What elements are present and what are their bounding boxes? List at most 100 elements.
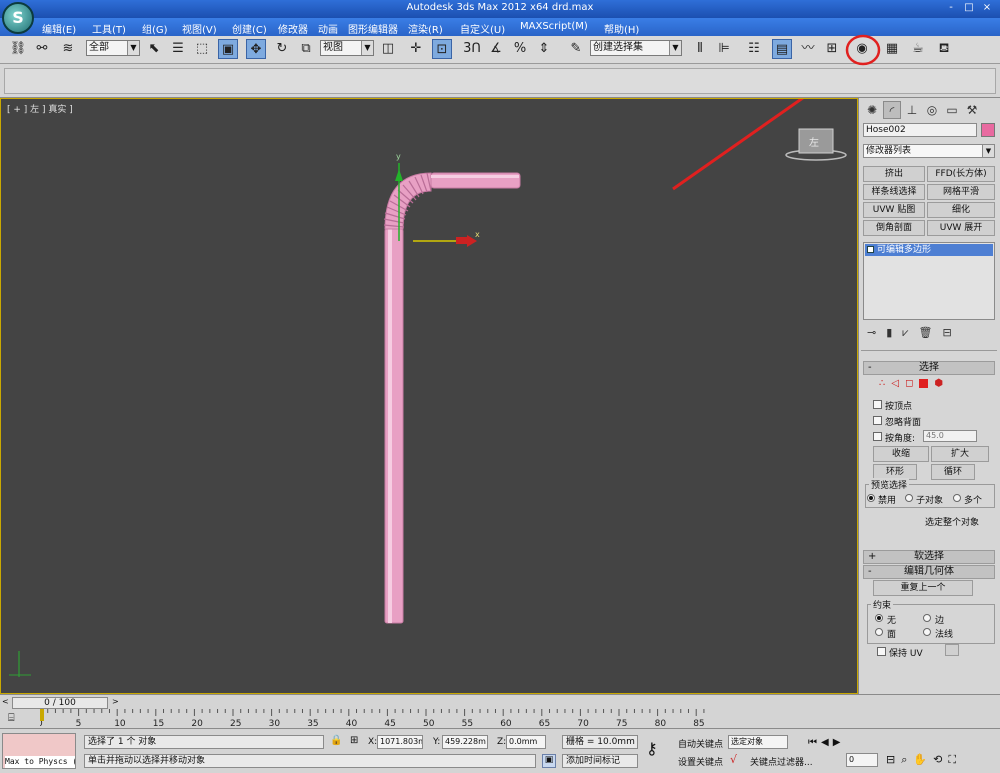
x-coordinate-field[interactable]: 1071.803m <box>377 735 423 749</box>
minimize-button[interactable]: - <box>944 1 958 15</box>
edit-geometry-rollout-header[interactable]: - 编辑几何体 <box>863 565 995 579</box>
zoom-icon[interactable]: ⌕ <box>901 753 907 767</box>
slider-right-arrow-icon[interactable]: > <box>112 697 119 706</box>
time-config-icon[interactable]: ⊟ <box>886 753 895 767</box>
maxscript-line[interactable]: Max to Physcs ( <box>5 756 75 768</box>
named-selection-dropdown[interactable]: 创建选择集 ▼ <box>590 40 682 56</box>
rendered-frame-window-icon[interactable]: ☕ <box>908 39 928 59</box>
pivot-center-icon[interactable]: ◫ <box>378 39 398 59</box>
curve-editor-icon[interactable]: 〰 <box>798 39 818 59</box>
keyboard-shortcut-override-icon[interactable]: ⊡ <box>432 39 452 59</box>
frame-ruler[interactable]: 0510152025303540455055606570758085 <box>40 709 720 729</box>
ignore-backfacing-checkbox[interactable] <box>873 416 882 425</box>
set-key-mode-icon[interactable]: ⚷ <box>646 739 658 758</box>
modifier-spline-select-button[interactable]: 样条线选择 <box>863 184 925 200</box>
current-frame-field[interactable]: 0 <box>846 753 878 767</box>
auto-key-button[interactable]: 自动关键点 <box>678 737 723 750</box>
z-coordinate-field[interactable]: 0.0mm <box>506 735 546 749</box>
mirror-icon[interactable]: ⫴ <box>690 39 710 59</box>
link-icon[interactable]: ⛓ <box>8 39 28 59</box>
grow-button[interactable]: 扩大 <box>931 446 989 462</box>
motion-tab-icon[interactable]: ◎ <box>923 101 941 119</box>
menu-graph-editors[interactable]: 图形编辑器 <box>348 21 398 36</box>
menu-views[interactable]: 视图(V) <box>182 21 217 36</box>
hose-tube[interactable] <box>384 228 404 624</box>
unlink-icon[interactable]: ⚯ <box>32 39 52 59</box>
preserve-uv-settings-icon[interactable] <box>945 644 959 656</box>
viewcube[interactable]: 左 <box>785 128 847 161</box>
menu-group[interactable]: 组(G) <box>142 21 168 36</box>
by-angle-checkbox[interactable] <box>873 432 882 441</box>
pan-icon[interactable]: ✋ <box>913 753 927 767</box>
manipulate-icon[interactable]: ✛ <box>406 39 426 59</box>
modifier-list-dropdown[interactable]: 修改器列表 ▼ <box>863 144 995 158</box>
selection-filter-dropdown[interactable]: 全部 ▼ <box>86 40 140 56</box>
make-unique-icon[interactable]: ⩗ <box>902 326 908 340</box>
render-setup-icon[interactable]: ▦ <box>882 39 902 59</box>
orbit-icon[interactable]: ⟲ <box>933 753 942 767</box>
key-filters-button[interactable]: 关键点过滤器... <box>750 755 813 768</box>
y-coordinate-field[interactable]: 459.228m <box>442 735 488 749</box>
select-scale-icon[interactable]: ⧉ <box>296 39 316 59</box>
soft-selection-rollout-header[interactable]: + 软选择 <box>863 550 995 564</box>
selected-object-dropdown[interactable]: 选定对象 <box>728 735 788 749</box>
rect-selection-icon[interactable]: ⬚ <box>192 39 212 59</box>
maxscript-listener[interactable]: Max to Physcs ( <box>2 733 76 769</box>
constraint-normal-radio[interactable] <box>923 628 931 636</box>
left-viewport[interactable]: [ + ] 左 ] 真实 ] y x 左 <box>0 98 858 694</box>
stack-item-editable-poly[interactable]: 可编辑多边形 <box>865 244 993 256</box>
menu-modifiers[interactable]: 修改器 <box>278 21 308 36</box>
set-key-button[interactable]: 设置关键点 <box>678 755 723 768</box>
layer-manager-icon[interactable]: ☷ <box>744 39 764 59</box>
constraint-face-radio[interactable] <box>875 628 883 636</box>
selection-rollout-header[interactable]: - 选择 <box>863 361 995 375</box>
add-time-tag[interactable]: 添加时间标记 <box>562 754 638 768</box>
menu-tools[interactable]: 工具(T) <box>92 21 126 36</box>
preview-disable-radio[interactable] <box>867 494 875 502</box>
percent-snap-icon[interactable]: % <box>510 39 530 59</box>
polygon-level-icon[interactable] <box>919 379 929 388</box>
modifier-meshsmooth-button[interactable]: 网格平滑 <box>927 184 995 200</box>
goto-start-icon[interactable]: ⏮ <box>808 737 817 748</box>
angle-snap-icon[interactable]: ∡ <box>486 39 506 59</box>
select-by-name-icon[interactable]: ☰ <box>168 39 188 59</box>
modifier-ffd-box-button[interactable]: FFD(长方体) <box>927 166 995 182</box>
mini-curve-editor-icon[interactable]: ⌸ <box>8 711 15 725</box>
window-crossing-icon[interactable]: ▣ <box>218 39 238 59</box>
play-icon[interactable]: ▶ <box>833 737 841 748</box>
utilities-tab-icon[interactable]: ⚒ <box>963 101 981 119</box>
object-color-swatch[interactable] <box>981 123 995 137</box>
constraint-none-radio[interactable] <box>875 614 883 622</box>
current-frame-marker[interactable] <box>40 709 44 721</box>
bind-space-warp-icon[interactable]: ≋ <box>58 39 78 59</box>
maximize-viewport-icon[interactable]: ⛶ <box>948 753 956 767</box>
menu-help[interactable]: 帮助(H) <box>604 21 639 36</box>
remove-modifier-icon[interactable]: 🗑 <box>919 326 933 340</box>
constraint-edge-radio[interactable] <box>923 614 931 622</box>
menu-rendering[interactable]: 渲染(R) <box>408 21 443 36</box>
menu-edit[interactable]: 编辑(E) <box>42 21 76 36</box>
menu-animation[interactable]: 动画 <box>318 21 338 36</box>
close-button[interactable]: × <box>980 1 994 15</box>
by-vertex-checkbox[interactable] <box>873 400 882 409</box>
loop-button[interactable]: 循环 <box>931 464 975 480</box>
modifier-unwrap-uvw-button[interactable]: UVW 展开 <box>927 220 995 236</box>
time-tag-icon[interactable]: ▣ <box>542 754 556 768</box>
time-slider[interactable]: 0 / 100 <box>12 697 108 709</box>
shrink-button[interactable]: 收缩 <box>873 446 929 462</box>
modifier-uvw-map-button[interactable]: UVW 贴图 <box>863 202 925 218</box>
select-object-icon[interactable]: ⬉ <box>144 39 164 59</box>
absolute-mode-icon[interactable]: ⊞ <box>350 735 358 746</box>
select-rotate-icon[interactable]: ↻ <box>272 39 292 59</box>
render-production-icon[interactable]: ⛾ <box>934 39 954 59</box>
angle-spinner[interactable]: 45.0 <box>923 430 977 442</box>
stack-item-expand-icon[interactable] <box>867 246 874 253</box>
modifier-extrude-button[interactable]: 挤出 <box>863 166 925 182</box>
lock-selection-icon[interactable]: 🔒 <box>330 735 342 746</box>
schematic-view-icon[interactable]: ⊞ <box>822 39 842 59</box>
slider-left-arrow-icon[interactable]: < <box>2 697 9 706</box>
preview-multi-radio[interactable] <box>953 494 961 502</box>
menu-customize[interactable]: 自定义(U) <box>460 21 505 36</box>
menu-create[interactable]: 创建(C) <box>232 21 267 36</box>
pin-stack-icon[interactable]: ⊸ <box>867 326 876 340</box>
